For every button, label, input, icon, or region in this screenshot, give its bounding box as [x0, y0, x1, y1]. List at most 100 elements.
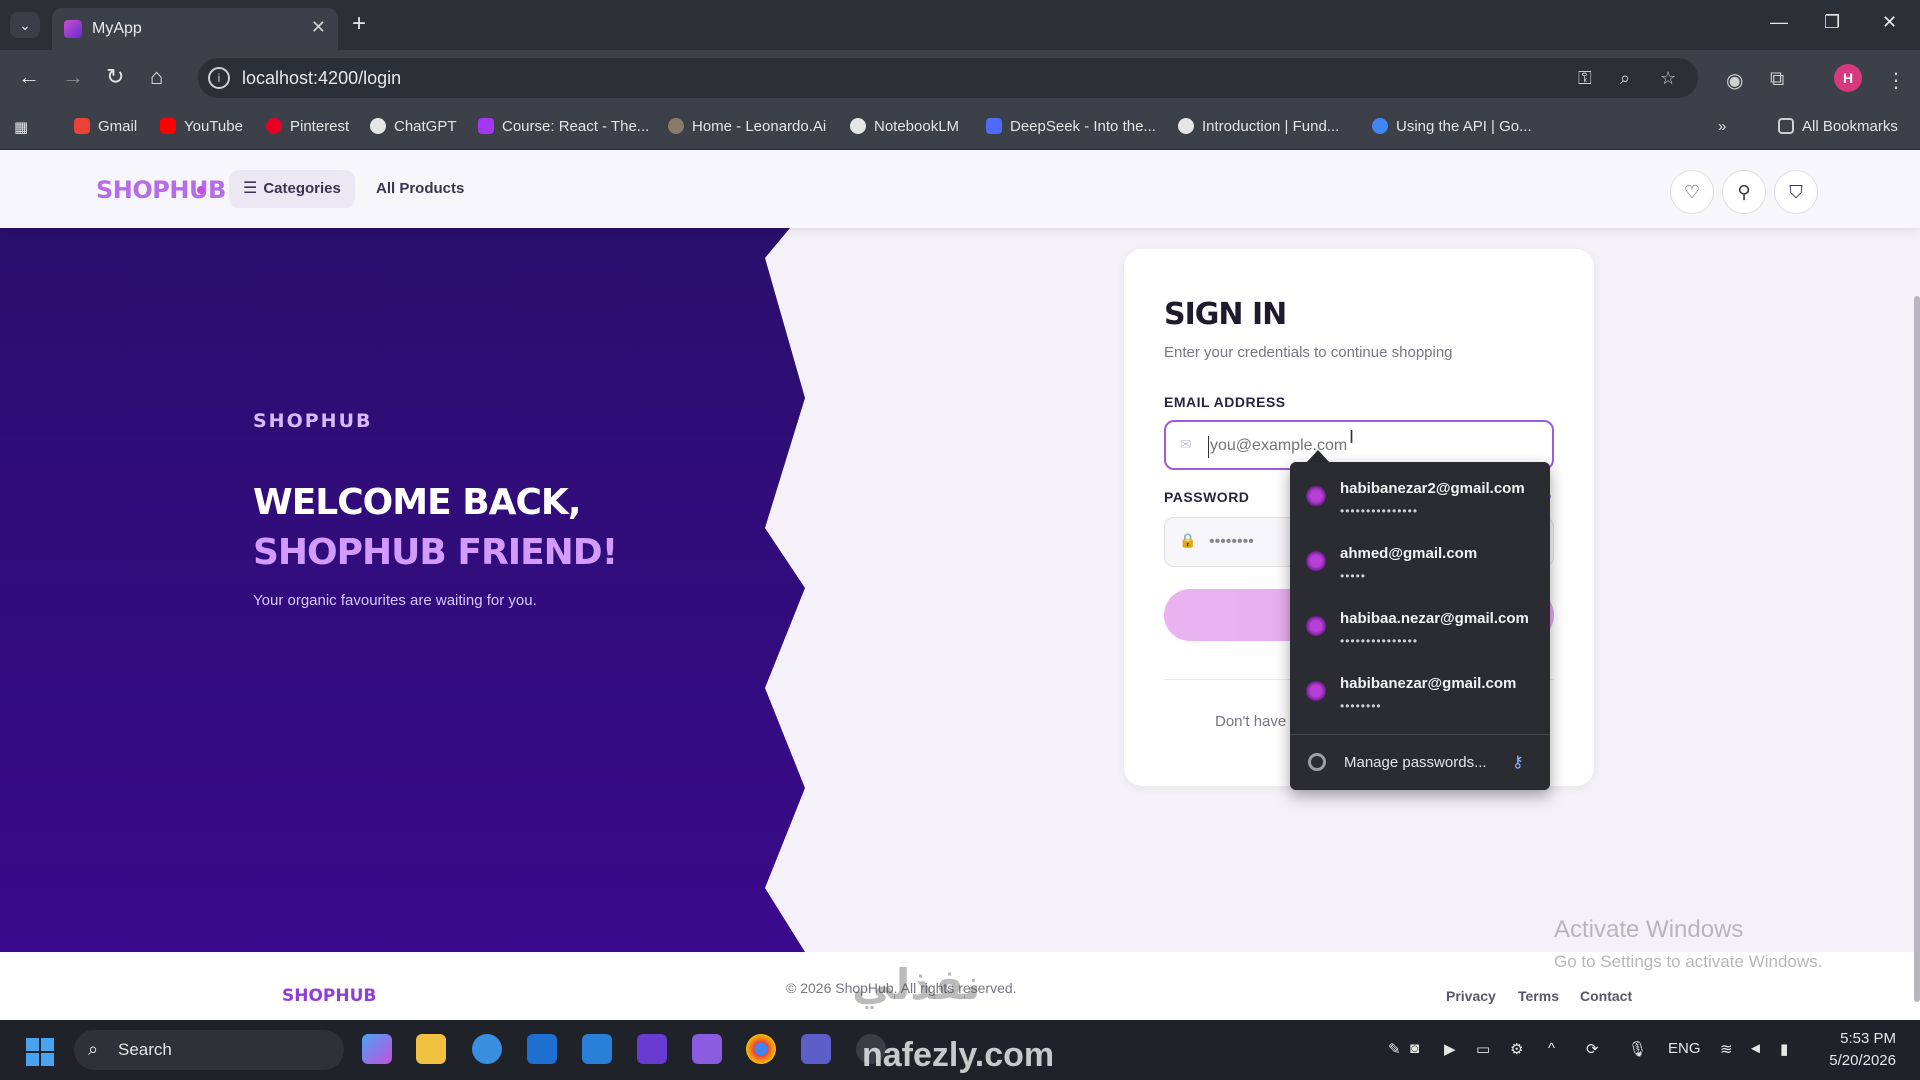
pinterest-icon — [266, 118, 282, 134]
chrome-taskbar-icon[interactable] — [746, 1034, 776, 1064]
new-tab-button[interactable]: + — [352, 10, 366, 38]
hero-brand: SHOPHUB — [253, 410, 373, 432]
app-favicon-icon — [1306, 551, 1326, 571]
taskbar-date[interactable]: 5/20/2026 — [1826, 1052, 1896, 1069]
logo-dot — [197, 186, 205, 194]
vscode-icon[interactable] — [582, 1034, 612, 1064]
tray-battery-icon[interactable]: ▮ — [1780, 1040, 1788, 1058]
all-bookmarks[interactable]: All Bookmarks — [1778, 118, 1898, 135]
zoom-icon[interactable]: ⌕ — [1620, 68, 1630, 89]
tray-sync-icon[interactable]: ⟳ — [1586, 1040, 1599, 1058]
footer-link-privacy[interactable]: Privacy — [1446, 988, 1496, 1004]
more-bookmarks-icon[interactable]: » — [1718, 118, 1726, 135]
bookmark-star-icon[interactable]: ☆ — [1660, 68, 1676, 89]
folder-icon — [1778, 118, 1794, 134]
forward-icon[interactable]: → — [62, 64, 84, 90]
hero-background — [0, 228, 805, 952]
bookmark-introduction[interactable]: Introduction | Fund... — [1178, 118, 1339, 135]
tray-pen-icon[interactable]: ✎ — [1388, 1040, 1401, 1058]
autofill-suggestion[interactable]: ahmed@gmail.com ••••• — [1290, 531, 1550, 595]
bookmark-deepseek[interactable]: DeepSeek - Into the... — [986, 118, 1156, 135]
password-key-icon[interactable]: ⚿ — [1578, 68, 1592, 89]
file-explorer-icon[interactable] — [416, 1034, 446, 1064]
teams-icon[interactable] — [801, 1034, 831, 1064]
mail-icon: ✉ — [1180, 436, 1192, 452]
site-logo[interactable]: SHOPHUB — [96, 176, 226, 204]
signup-prompt: Don't have — [1215, 713, 1287, 730]
tray-chevron-up-icon[interactable]: ^ — [1548, 1040, 1555, 1057]
tray-video-icon[interactable]: ▶ — [1444, 1040, 1456, 1058]
obsidian-icon[interactable] — [692, 1034, 722, 1064]
tab-close-icon[interactable]: ✕ — [311, 17, 326, 38]
leonardo-icon — [668, 118, 684, 134]
tray-language[interactable]: ENG — [1668, 1040, 1701, 1057]
tray-camera-icon[interactable]: ◙ — [1410, 1040, 1419, 1057]
signin-subtitle: Enter your credentials to continue shopp… — [1164, 344, 1453, 361]
minimize-icon[interactable]: — — [1770, 12, 1788, 33]
autofill-suggestion[interactable]: habibaa.nezar@gmail.com ••••••••••••••• — [1290, 596, 1550, 660]
browser-menu-icon[interactable]: ⋮ — [1886, 68, 1906, 93]
omnibox[interactable]: i localhost:4200/login ⚿ ⌕ ☆ — [198, 58, 1698, 98]
activate-windows-title: Activate Windows — [1554, 916, 1744, 943]
restore-icon[interactable]: ❐ — [1824, 12, 1840, 33]
tray-volume-icon[interactable]: ◄ — [1748, 1040, 1763, 1057]
apps-grid-icon[interactable]: ▦ — [14, 118, 28, 136]
bookmark-gmail[interactable]: Gmail — [74, 118, 137, 135]
home-icon[interactable]: ⌂ — [150, 64, 163, 90]
app-icon[interactable] — [472, 1034, 502, 1064]
browser-tab[interactable]: MyApp ✕ — [52, 8, 338, 50]
bookmark-pinterest[interactable]: Pinterest — [266, 118, 349, 135]
app-favicon-icon — [1306, 616, 1326, 636]
app-favicon-icon — [1306, 486, 1326, 506]
categories-button[interactable]: ☰ Categories — [229, 170, 355, 208]
watermark-latin: nafezly.com — [862, 1036, 1055, 1074]
tab-search-button[interactable]: ⌄ — [10, 12, 40, 38]
bookmark-using-api[interactable]: Using the API | Go... — [1372, 118, 1532, 135]
autofill-suggestion[interactable]: habibanezar2@gmail.com ••••••••••••••• — [1290, 466, 1550, 530]
key-icon: ⚷ — [1512, 754, 1524, 771]
footer-link-terms[interactable]: Terms — [1518, 988, 1559, 1004]
notebooklm-icon — [850, 118, 866, 134]
bookmark-chatgpt[interactable]: ChatGPT — [370, 118, 457, 135]
lock-icon: 🔒 — [1179, 532, 1197, 548]
reload-icon[interactable]: ↻ — [106, 64, 124, 90]
page-scrollbar[interactable] — [1914, 296, 1920, 1002]
email-input[interactable] — [1210, 437, 1540, 455]
gmail-icon — [74, 118, 90, 134]
text-cursor-icon: I — [1349, 427, 1355, 447]
site-info-icon[interactable]: i — [208, 67, 230, 89]
tab-favicon-icon — [64, 20, 82, 38]
windows-start-icon[interactable] — [26, 1038, 54, 1066]
extension-icon[interactable]: ◉ — [1726, 68, 1743, 93]
extensions-puzzle-icon[interactable]: ⧉ — [1770, 68, 1784, 91]
url-text: localhost:4200/login — [242, 68, 402, 88]
autofill-suggestion[interactable]: habibanezar@gmail.com •••••••• — [1290, 661, 1550, 725]
all-products-link[interactable]: All Products — [376, 180, 464, 197]
close-window-icon[interactable]: ✕ — [1882, 12, 1897, 33]
account-user-icon[interactable]: ⚲ — [1722, 170, 1766, 214]
chatgpt-icon — [370, 118, 386, 134]
tray-mic-icon[interactable]: 🎙 — [1628, 1040, 1647, 1058]
profile-avatar[interactable]: H — [1834, 64, 1862, 92]
cart-bag-icon[interactable]: ⛉ — [1774, 170, 1818, 214]
taskbar-time[interactable]: 5:53 PM — [1826, 1030, 1896, 1047]
footer-link-contact[interactable]: Contact — [1580, 988, 1632, 1004]
app-favicon-icon — [1306, 681, 1326, 701]
bookmark-course-react[interactable]: Course: React - The... — [478, 118, 649, 135]
youtube-icon — [160, 118, 176, 134]
back-icon[interactable]: ← — [18, 64, 40, 90]
footer-logo[interactable]: SHOPHUB — [282, 986, 376, 1006]
bookmark-leonardo[interactable]: Home - Leonardo.Ai — [668, 118, 826, 135]
tray-wifi-icon[interactable]: ≋ — [1720, 1040, 1733, 1058]
bookmark-notebooklm[interactable]: NotebookLM — [850, 118, 959, 135]
tray-window-icon[interactable]: ▭ — [1476, 1040, 1490, 1058]
manage-passwords-item[interactable]: Manage passwords... ⚷ — [1290, 735, 1550, 790]
sublime-icon[interactable] — [527, 1034, 557, 1064]
taskbar-search[interactable]: ⌕ Search — [74, 1030, 344, 1070]
tray-settings-icon[interactable]: ⚙ — [1510, 1040, 1523, 1058]
visual-studio-icon[interactable] — [637, 1034, 667, 1064]
wishlist-heart-icon[interactable]: ♡ — [1670, 170, 1714, 214]
copilot-icon[interactable] — [362, 1034, 392, 1064]
bookmark-youtube[interactable]: YouTube — [160, 118, 243, 135]
udemy-icon — [478, 118, 494, 134]
